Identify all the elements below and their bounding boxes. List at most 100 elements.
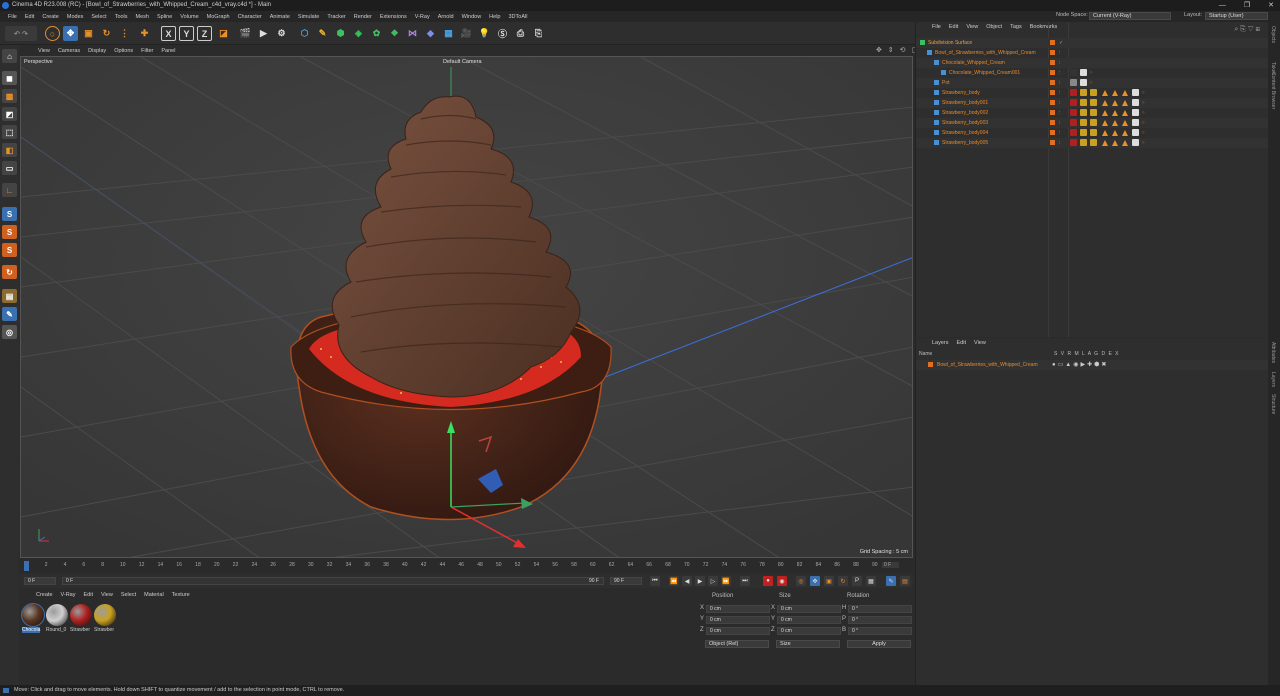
material-tag-icon[interactable] xyxy=(1080,129,1087,136)
vray-tag-icon[interactable]: ⁘ xyxy=(1141,108,1145,118)
layer-menu-view[interactable]: View xyxy=(970,340,990,346)
layer-row[interactable]: Bowl_of_Strawberries_with_Whipped_Cream ●… xyxy=(916,360,1269,370)
close-icon[interactable]: ✕ xyxy=(1268,0,1274,11)
phong-tag-icon[interactable] xyxy=(1102,100,1108,106)
rotation-field[interactable]: 0 ° xyxy=(848,627,912,635)
object-name[interactable]: Strawberry_body001 xyxy=(942,98,988,108)
cube-object-icon[interactable]: ⬡ xyxy=(297,26,312,41)
phong-tag-icon[interactable] xyxy=(1102,90,1108,96)
menu-modes[interactable]: Modes xyxy=(63,14,88,20)
material-menu-create[interactable]: Create xyxy=(32,592,57,598)
material-menu-material[interactable]: Material xyxy=(140,592,168,598)
layer-icon[interactable]: ◎ xyxy=(2,325,17,339)
rotation-field[interactable]: 0 ° xyxy=(848,616,912,624)
menu-simulate[interactable]: Simulate xyxy=(294,14,323,20)
visibility-dots-icon[interactable]: : xyxy=(1059,98,1060,108)
texture-tag-icon[interactable] xyxy=(1132,89,1139,96)
render-view-icon[interactable]: 🎬 xyxy=(238,26,253,41)
viewport-menu-view[interactable]: View xyxy=(34,48,54,54)
mograph-cloner-icon[interactable]: ✿ xyxy=(369,26,384,41)
edges-mode-icon[interactable]: ◧ xyxy=(2,143,17,157)
phong-tag-icon[interactable] xyxy=(1112,90,1118,96)
timeline-ruler[interactable]: 0 F 024681012141618202224262830323436384… xyxy=(20,559,913,573)
layer-color-swatch[interactable] xyxy=(1050,80,1055,85)
vray-tag-icon[interactable]: ⁘ xyxy=(1141,98,1145,108)
phong-tag-icon[interactable] xyxy=(1122,90,1128,96)
viewport-menu-cameras[interactable]: Cameras xyxy=(54,48,84,54)
material-tag-icon[interactable] xyxy=(1090,119,1097,126)
texture-tag-icon[interactable] xyxy=(1132,119,1139,126)
layer-color-swatch[interactable] xyxy=(1050,70,1055,75)
texture-tag-icon[interactable] xyxy=(1080,69,1087,76)
sculpt-icon[interactable]: ✎ xyxy=(2,307,17,321)
polygons-mode-icon[interactable]: ▭ xyxy=(2,161,17,175)
viewport-menu-display[interactable]: Display xyxy=(84,48,110,54)
viewport-menu-options[interactable]: Options xyxy=(110,48,137,54)
phong-tag-icon[interactable] xyxy=(1122,100,1128,106)
scale-tool-icon[interactable]: ▣ xyxy=(81,26,96,41)
object-menu-tags[interactable]: Tags xyxy=(1006,24,1026,30)
goto-end-icon[interactable]: ⏭ xyxy=(740,576,750,586)
texture-tag-icon[interactable] xyxy=(1132,109,1139,116)
object-name[interactable]: Bowl_of_Strawberries_with_Whipped_Cream xyxy=(935,48,1036,58)
layer-color-swatch[interactable] xyxy=(1050,50,1055,55)
side-tab-objects[interactable]: Objects xyxy=(1270,26,1276,43)
object-row[interactable]: Strawberry_body: ⁘ xyxy=(916,88,1269,98)
y-axis-button[interactable]: Y xyxy=(179,26,194,41)
material-tag-icon[interactable] xyxy=(1070,89,1077,96)
phong-tag-icon[interactable] xyxy=(1102,120,1108,126)
material-tag-icon[interactable] xyxy=(1090,139,1097,146)
recent-tools-icon[interactable]: ⋮ xyxy=(117,26,132,41)
current-frame-field[interactable]: 0 F xyxy=(882,562,900,568)
live-selection-icon[interactable]: ○ xyxy=(45,26,60,41)
z-axis-button[interactable]: Z xyxy=(197,26,212,41)
play-icon[interactable]: ▶ xyxy=(695,576,705,586)
object-row[interactable]: Strawberry_body003: ⁘ xyxy=(916,118,1269,128)
layer-name[interactable]: Bowl_of_Strawberries_with_Whipped_Cream xyxy=(937,360,1038,370)
object-name[interactable]: Subdivision Surface xyxy=(928,38,972,48)
layer-color-swatch[interactable] xyxy=(1050,90,1055,95)
viewport-menu-filter[interactable]: Filter xyxy=(137,48,157,54)
phong-tag-icon[interactable] xyxy=(1112,130,1118,136)
snap-icon[interactable]: S xyxy=(2,207,17,221)
material-tag-icon[interactable] xyxy=(1080,109,1087,116)
material-swatch[interactable] xyxy=(46,604,68,626)
object-name[interactable]: Chocolate_Whipped_Cream001 xyxy=(949,68,1020,78)
phong-tag-icon[interactable] xyxy=(1102,140,1108,146)
object-name[interactable]: Strawberry_body003 xyxy=(942,118,988,128)
move-tool-icon[interactable]: ✥ xyxy=(63,26,78,41)
material-tag-icon[interactable] xyxy=(1090,89,1097,96)
side-tab-structure[interactable]: Structure xyxy=(1270,394,1276,414)
material-tag-icon[interactable] xyxy=(1080,99,1087,106)
side-tab-content-browser[interactable]: Content Browser xyxy=(1270,72,1276,109)
layer-color-swatch[interactable] xyxy=(1050,40,1055,45)
material-tag-icon[interactable] xyxy=(1070,99,1077,106)
phong-tag-icon[interactable] xyxy=(1102,130,1108,136)
size-field[interactable]: 0 cm xyxy=(777,616,841,624)
texture-tag-icon[interactable] xyxy=(1080,79,1087,86)
material-menu-vray[interactable]: V-Ray xyxy=(57,592,80,598)
quantize-icon[interactable]: S xyxy=(2,243,17,257)
material-swatch[interactable] xyxy=(94,604,116,626)
phong-tag-icon[interactable] xyxy=(1112,120,1118,126)
object-name[interactable]: Strawberry_body005 xyxy=(942,138,988,148)
lock-workplane-icon[interactable]: ↻ xyxy=(2,265,17,279)
visibility-dots-icon[interactable]: : xyxy=(1059,88,1060,98)
vray-tag-icon[interactable]: ⁘ xyxy=(1141,128,1145,138)
material-menu-texture[interactable]: Texture xyxy=(168,592,194,598)
side-tab-attributes[interactable]: Attributes xyxy=(1270,342,1276,363)
menu-create[interactable]: Create xyxy=(38,14,63,20)
prev-key-icon[interactable]: ⏪ xyxy=(669,576,679,586)
viewport-menu-panel[interactable]: Panel xyxy=(157,48,179,54)
material-tag-icon[interactable] xyxy=(1090,99,1097,106)
object-row[interactable]: Strawberry_body004: ⁘ xyxy=(916,128,1269,138)
material-tag-icon[interactable] xyxy=(1080,89,1087,96)
vray-logo-icon[interactable]: Ⓢ xyxy=(495,26,510,41)
timeline-window-icon[interactable]: ▤ xyxy=(900,576,910,586)
array-icon[interactable]: ◈ xyxy=(351,26,366,41)
material-menu-edit[interactable]: Edit xyxy=(80,592,97,598)
material-tag-icon[interactable] xyxy=(1070,119,1077,126)
layer-menu-edit[interactable]: Edit xyxy=(953,340,970,346)
menu-window[interactable]: Window xyxy=(458,14,486,20)
goto-start-icon[interactable]: ⏮ xyxy=(650,576,660,586)
